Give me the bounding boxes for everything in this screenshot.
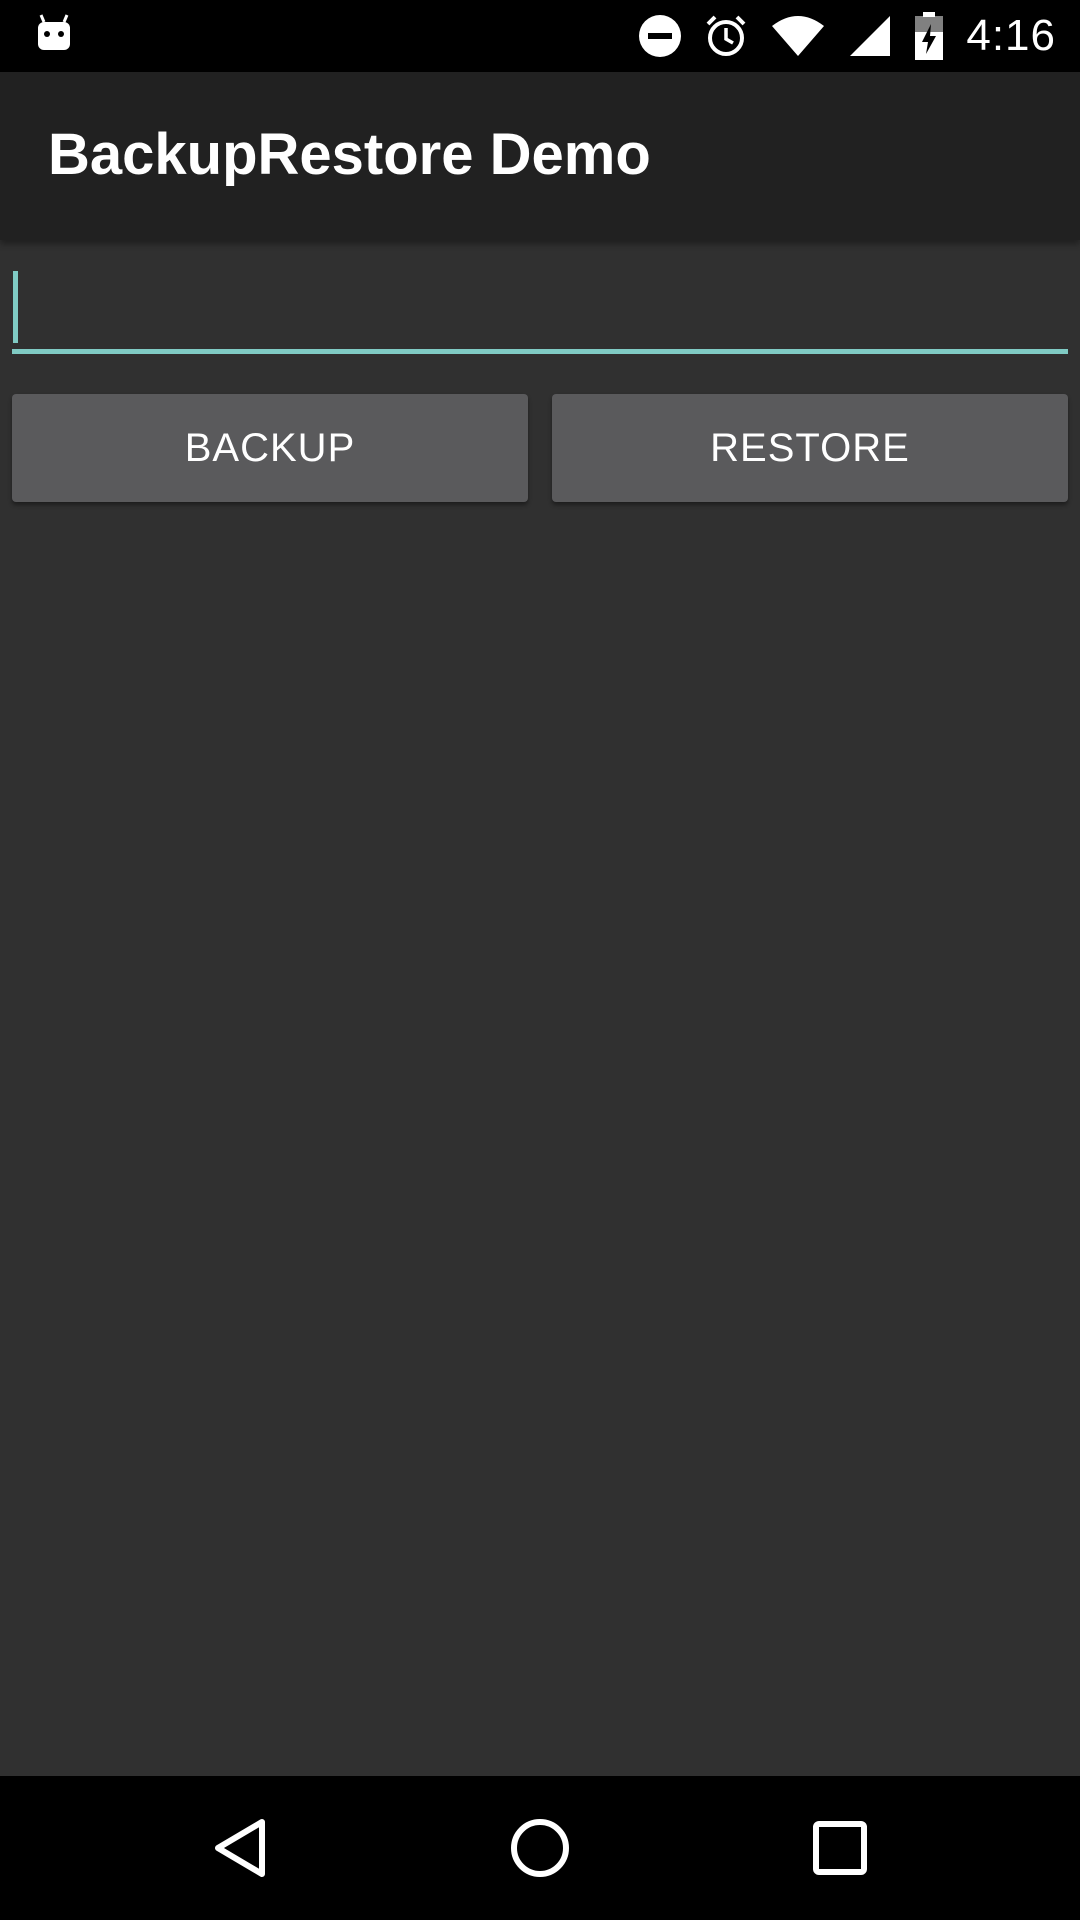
clock: 4:16 xyxy=(966,11,1056,60)
main-content: BACKUP RESTORE xyxy=(0,240,1080,1776)
text-cursor xyxy=(13,271,18,343)
status-bar: 4:16 xyxy=(0,0,1080,72)
text-input[interactable] xyxy=(12,270,1068,354)
app-bar: BackupRestore Demo xyxy=(0,72,1080,240)
battery-charging-icon xyxy=(915,12,944,60)
wifi-icon xyxy=(772,16,825,56)
recents-icon[interactable] xyxy=(804,1812,876,1884)
navigation-bar xyxy=(0,1776,1080,1920)
home-icon[interactable] xyxy=(504,1812,576,1884)
screen: 4:16 BackupRestore Demo BACKUP RESTORE xyxy=(0,0,1080,1920)
cell-signal-icon xyxy=(850,16,891,56)
restore-button[interactable]: RESTORE xyxy=(552,394,1068,502)
back-icon[interactable] xyxy=(204,1812,276,1884)
backup-button[interactable]: BACKUP xyxy=(12,394,528,502)
do-not-disturb-icon xyxy=(639,15,682,57)
android-notification-icon xyxy=(38,14,70,50)
alarm-icon xyxy=(706,15,746,56)
app-title: BackupRestore Demo xyxy=(48,122,651,187)
status-icons: 4:16 xyxy=(638,0,1056,72)
